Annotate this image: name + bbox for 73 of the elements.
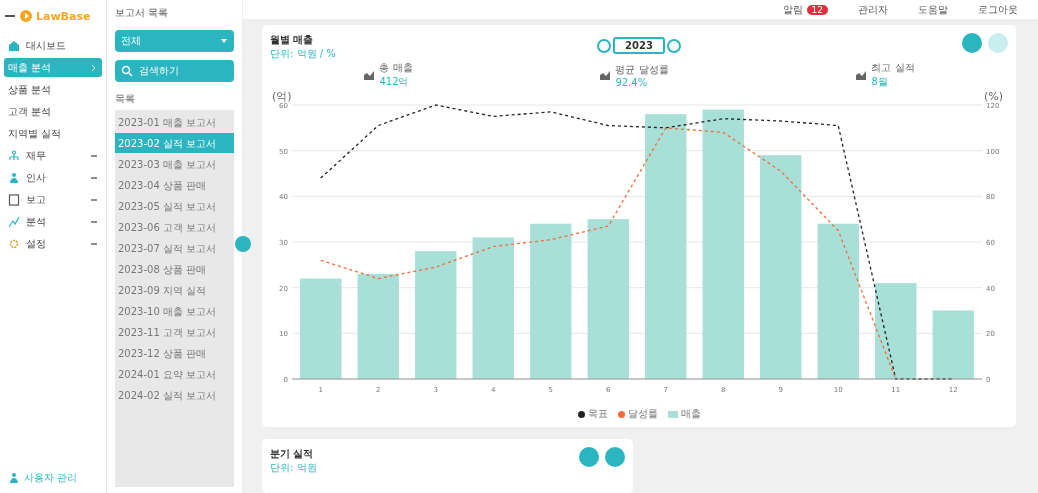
next-button[interactable]: [666, 38, 681, 53]
stat-icon: [363, 69, 376, 81]
report-item[interactable]: 2023-02 실적 보고서: [115, 133, 234, 153]
org-chart-icon: [8, 149, 20, 162]
person-icon: [8, 171, 20, 184]
report-item[interactable]: 2023-08 상품 판매: [115, 259, 234, 279]
nav-item[interactable]: 보고: [4, 190, 102, 209]
refresh-button[interactable]: [605, 447, 625, 467]
logo-text: LawBase: [36, 9, 91, 23]
card-subtitle: 단위: 억원 / %: [270, 47, 337, 61]
card-title: 월별 매출: [270, 33, 315, 47]
axis-title: (억): [272, 90, 292, 103]
report-item[interactable]: 2023-03 매출 보고서: [115, 154, 234, 174]
legend-label: 목표: [587, 407, 608, 421]
help-link[interactable]: 도움말: [912, 1, 954, 18]
nav-item[interactable]: 지역별 실적: [4, 124, 102, 143]
nav-item[interactable]: 대시보드: [4, 36, 102, 55]
previous-button[interactable]: [597, 38, 612, 53]
notification-badge: 12: [806, 4, 828, 15]
nav-item[interactable]: 매출 분석: [4, 58, 102, 77]
search-button[interactable]: 검색하기: [115, 60, 234, 82]
stat-label: 최고 실적: [871, 61, 915, 75]
report-item[interactable]: 2023-09 지역 실적: [115, 280, 234, 300]
nav-item[interactable]: 분석: [4, 212, 102, 231]
nav-item[interactable]: 상품 분석: [4, 80, 102, 99]
stat-value: 92.4%: [615, 76, 649, 88]
report-item[interactable]: 2023-07 실적 보고서: [115, 238, 234, 258]
collapse-handle[interactable]: [235, 236, 251, 252]
nav-item[interactable]: 설정: [4, 234, 102, 253]
stat-value: 8월: [871, 75, 889, 89]
report-item[interactable]: 2024-02 실적 보고서: [115, 385, 234, 405]
notifications-menu[interactable]: 알림 12: [776, 1, 834, 18]
nav-item[interactable]: 인사: [4, 168, 102, 187]
filter-dropdown[interactable]: 전체: [115, 30, 234, 52]
report-item[interactable]: 2023-05 실적 보고서: [115, 196, 234, 216]
home-icon: [8, 39, 20, 52]
search-icon: [121, 65, 133, 77]
stat-label: 총 매출: [379, 61, 413, 75]
graph-icon: [8, 215, 20, 228]
report-item[interactable]: 2023-12 상품 판매: [115, 343, 234, 363]
chevron-icon: [90, 63, 98, 72]
user-management-link[interactable]: 사용자 관리: [4, 468, 102, 487]
report-item[interactable]: 2023-11 고객 보고서: [115, 322, 234, 342]
stat-label: 평균 달성률: [615, 62, 669, 77]
stat-icon: [855, 69, 868, 81]
document-icon: [8, 193, 20, 206]
card-title: 분기 실적: [270, 447, 315, 461]
chart-button[interactable]: [579, 447, 599, 467]
card-subtitle: 단위: 억원: [270, 461, 317, 475]
caret-icon: [220, 37, 228, 45]
nav-item[interactable]: 재무: [4, 146, 102, 165]
logout-link[interactable]: 로그아웃: [972, 1, 1024, 18]
stat-value: 412억: [379, 75, 410, 89]
panel-title: 보고서 목록: [115, 6, 170, 20]
legend-label: 매출: [680, 407, 701, 421]
nav-item[interactable]: 고객 분석: [4, 102, 102, 121]
user-menu[interactable]: 관리자: [852, 1, 894, 18]
stat-icon: [599, 69, 612, 81]
report-item[interactable]: 2023-01 매출 보고서: [115, 112, 234, 132]
report-item[interactable]: 2023-04 상품 판매: [115, 175, 234, 195]
settings-icon: [8, 237, 20, 250]
list-label: 목록: [115, 92, 136, 106]
period-field[interactable]: 2023: [613, 37, 665, 54]
report-item[interactable]: 2023-06 고객 보고서: [115, 217, 234, 237]
axis-title: (%): [983, 90, 1003, 103]
chart-button[interactable]: [962, 33, 982, 53]
report-item[interactable]: 2023-10 매출 보고서: [115, 301, 234, 321]
person-icon: [8, 471, 20, 484]
refresh-button[interactable]: [988, 33, 1008, 53]
legend-label: 달성률: [627, 407, 658, 421]
report-item[interactable]: 2024-01 요약 보고서: [115, 364, 234, 384]
logo-icon: [20, 10, 32, 22]
bar: [932, 310, 974, 379]
